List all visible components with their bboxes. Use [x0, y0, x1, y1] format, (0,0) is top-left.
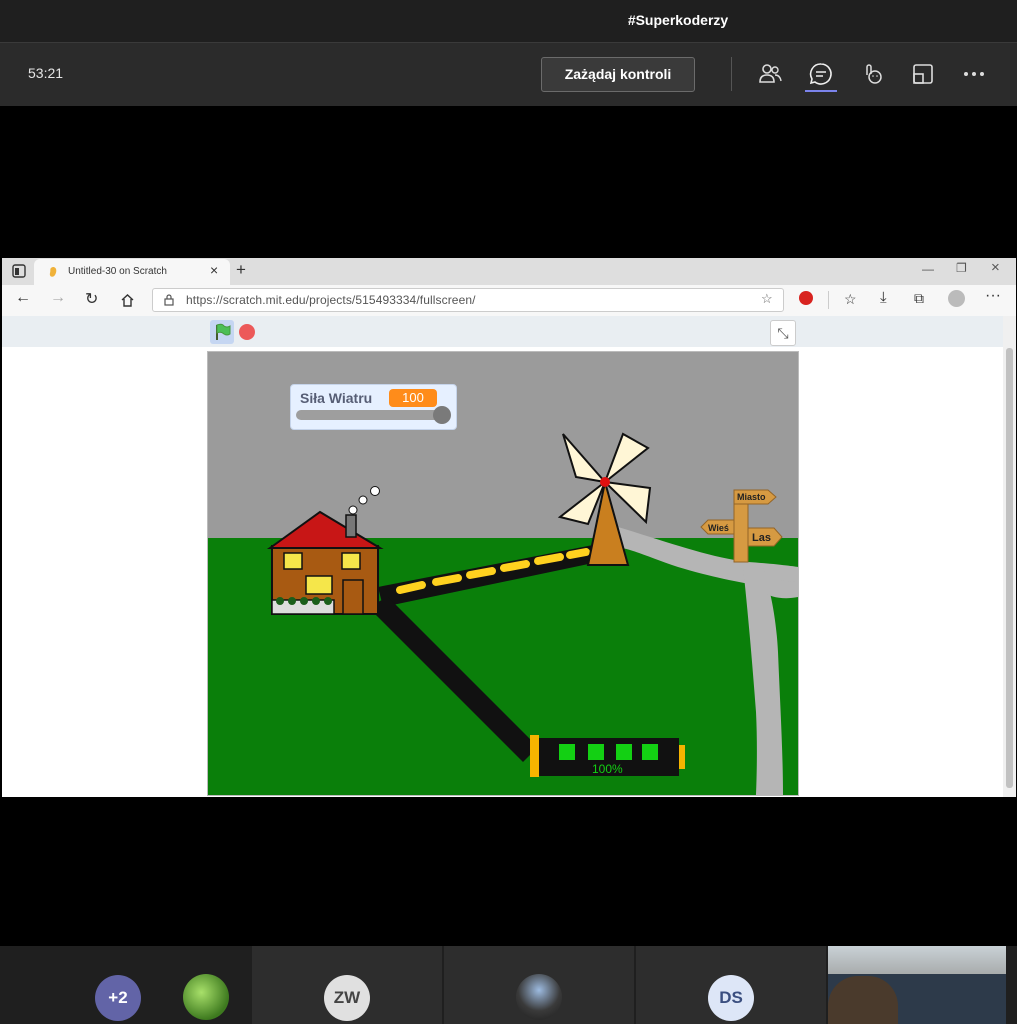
- shared-browser-window: Untitled-30 on Scratch × + — ❐ × ← → ↻ h…: [2, 258, 1016, 797]
- page-scrollbar[interactable]: [1003, 316, 1016, 797]
- participant-video-tile[interactable]: [828, 946, 1006, 1024]
- meeting-title: #Superkoderzy: [627, 12, 729, 28]
- scrollbar-thumb[interactable]: [1006, 348, 1013, 788]
- meeting-title-bar: #Superkoderzy: [0, 0, 1017, 43]
- exit-fullscreen-button[interactable]: ⤡: [770, 320, 796, 346]
- wind-slider-track[interactable]: [296, 410, 446, 420]
- favorites-icon[interactable]: ☆: [844, 291, 857, 308]
- download-icon[interactable]: ⤓: [880, 289, 887, 306]
- wind-slider-label: Siła Wiatru: [300, 390, 373, 406]
- forward-icon[interactable]: →: [50, 289, 66, 307]
- more-participants-badge[interactable]: +2: [95, 975, 141, 1021]
- new-tab-icon[interactable]: +: [236, 260, 246, 280]
- wind-slider-knob[interactable]: [433, 406, 451, 424]
- profile-icon[interactable]: [948, 290, 965, 307]
- sky: [208, 352, 798, 542]
- chat-icon[interactable]: [808, 61, 834, 87]
- browser-address-bar: ← → ↻ https://scratch.mit.edu/projects/5…: [2, 285, 1016, 317]
- browser-tab[interactable]: Untitled-30 on Scratch ×: [34, 259, 230, 285]
- sign-miasto: Miasto: [737, 492, 766, 502]
- battery: 100%: [530, 735, 685, 777]
- url-text: https://scratch.mit.edu/projects/5154933…: [186, 293, 476, 307]
- people-icon[interactable]: [757, 61, 783, 87]
- battery-cell: [616, 744, 632, 760]
- close-icon[interactable]: ×: [210, 262, 218, 278]
- participant-initials: DS: [708, 975, 754, 1021]
- url-field[interactable]: https://scratch.mit.edu/projects/5154933…: [152, 288, 784, 312]
- restore-icon[interactable]: ❐: [956, 261, 967, 275]
- collections-icon[interactable]: ⧉: [914, 290, 924, 307]
- battery-cell: [588, 744, 604, 760]
- sign-las: Las: [752, 532, 771, 544]
- battery-cell: [642, 744, 658, 760]
- scratch-stage[interactable]: Miasto Wieś Las 100% Siła Wiatru 100: [207, 351, 799, 796]
- back-icon[interactable]: ←: [15, 289, 31, 307]
- participant-tile-zw[interactable]: ZW: [252, 946, 442, 1024]
- share-tray-icon[interactable]: [910, 61, 936, 87]
- home-icon[interactable]: [120, 293, 135, 307]
- favorite-star-icon[interactable]: ☆: [761, 291, 773, 307]
- window-close-icon[interactable]: ×: [991, 259, 1000, 276]
- participant-photo: [183, 974, 229, 1020]
- opera-extension-icon[interactable]: [799, 291, 813, 305]
- battery-cell: [559, 744, 575, 760]
- participant-photo: [516, 974, 562, 1020]
- sign-wies: Wieś: [708, 523, 729, 533]
- participant-video-person: [828, 976, 898, 1024]
- tab-actions-icon[interactable]: [12, 264, 26, 278]
- participant-strip: +2 ZW DS: [0, 946, 1017, 1024]
- green-flag-button[interactable]: [210, 320, 234, 344]
- participant-tile-photo[interactable]: [444, 946, 634, 1024]
- lock-icon: [164, 294, 174, 306]
- chat-active-indicator: [805, 90, 837, 92]
- wind-slider-value: 100: [389, 389, 437, 407]
- meeting-toolbar: 53:21 Zażądaj kontroli: [0, 43, 1017, 106]
- participant-tile-overflow[interactable]: +2: [0, 946, 250, 1024]
- browser-tab-title: Untitled-30 on Scratch: [68, 266, 167, 277]
- browser-tab-bar: Untitled-30 on Scratch × + — ❐ ×: [2, 258, 1016, 285]
- meeting-timer: 53:21: [28, 65, 64, 81]
- flag-icon: [216, 323, 231, 340]
- refresh-icon[interactable]: ↻: [85, 289, 98, 309]
- scratch-controls-bar: [2, 316, 1016, 347]
- more-icon[interactable]: [961, 61, 987, 87]
- request-control-button[interactable]: Zażądaj kontroli: [541, 57, 695, 92]
- settings-menu-icon[interactable]: ···: [985, 287, 1001, 305]
- reactions-icon[interactable]: [859, 61, 885, 87]
- toolbar-divider: [828, 291, 829, 309]
- battery-percent: 100%: [592, 762, 623, 776]
- minimize-icon[interactable]: —: [922, 262, 934, 276]
- stop-button[interactable]: [239, 324, 255, 340]
- scratch-favicon-icon: [49, 267, 57, 277]
- participant-tile-ds[interactable]: DS: [636, 946, 826, 1024]
- wind-slider-monitor: Siła Wiatru 100: [290, 384, 457, 430]
- toolbar-divider: [731, 57, 732, 91]
- participant-initials: ZW: [324, 975, 370, 1021]
